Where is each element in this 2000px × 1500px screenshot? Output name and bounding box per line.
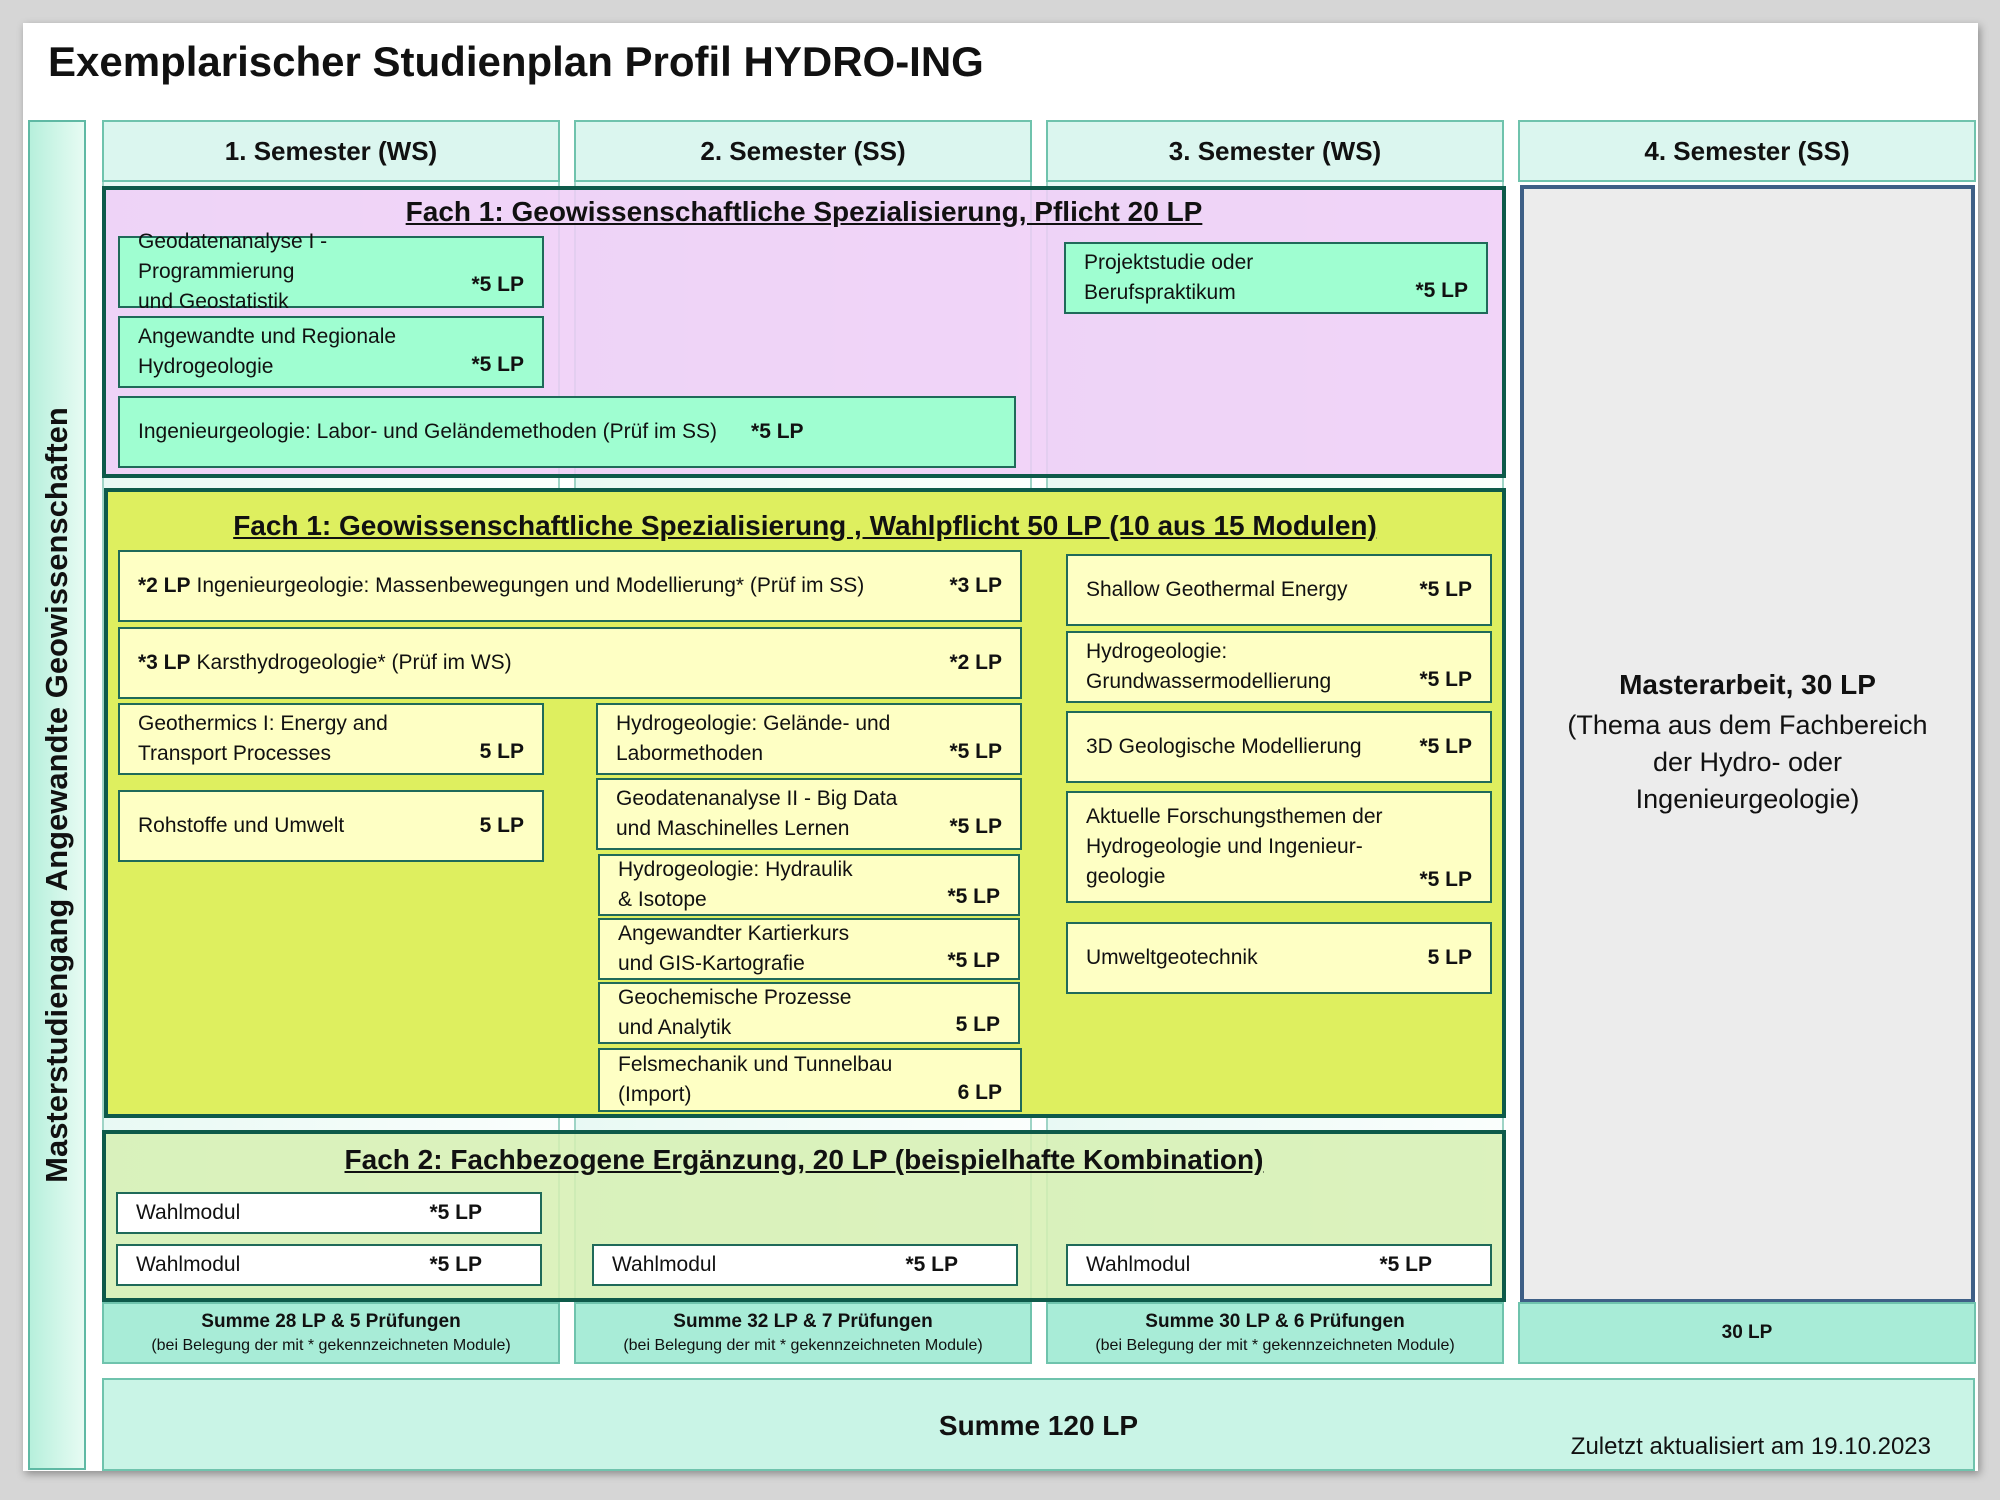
module-name: Hydrogeologie: Gelände- und Labormethode… — [616, 712, 891, 765]
module-geodatenanalyse-2: Geodatenanalyse II - Big Data und Maschi… — [596, 778, 1022, 850]
section-fach2-title: Fach 2: Fachbezogene Ergänzung, 20 LP (b… — [344, 1144, 1264, 1175]
module-lp: *5 LP — [947, 949, 1000, 972]
module-lp: 6 LP — [957, 1081, 1002, 1104]
sum-text: Summe 28 LP & 5 Prüfungen — [201, 1311, 461, 1332]
semester-4-sum: 30 LP — [1518, 1302, 1976, 1364]
module-lp: *5 LP — [947, 885, 1000, 908]
module-wahlmodul-3: Wahlmodul *5 LP — [592, 1244, 1018, 1286]
module-name: Aktuelle Forschungsthemen der Hydrogeolo… — [1086, 805, 1383, 888]
module-lp: *5 LP — [905, 1253, 958, 1276]
module-massenbewegungen: *2 LP Ingenieurgeologie: Massenbewegunge… — [118, 550, 1022, 622]
module-lp: *5 LP — [471, 353, 524, 376]
module-name: Wahlmodul — [136, 1253, 241, 1276]
module-name: Angewandte und Regionale Hydrogeologie — [138, 325, 397, 378]
module-name: Geodatenanalyse II - Big Data und Maschi… — [616, 787, 898, 840]
side-label: Masterstudiengang Angewandte Geowissensc… — [39, 407, 74, 1183]
sum-text: Summe 32 LP & 7 Prüfungen — [673, 1311, 933, 1332]
updated-date: Zuletzt aktualisiert am 19.10.2023 — [1570, 1433, 1931, 1460]
module-kartierkurs-gis: Angewandter Kartierkurs und GIS-Kartogra… — [598, 918, 1020, 980]
module-regionale-hydrogeologie: Angewandte und Regionale Hydrogeologie *… — [118, 316, 544, 388]
module-ingenieurgeologie-labor: Ingenieurgeologie: Labor- und Geländemet… — [118, 396, 1016, 468]
module-lp: *2 LP — [949, 651, 1002, 674]
module-felsmechanik: Felsmechanik und Tunnelbau (Import) 6 LP — [598, 1048, 1022, 1112]
module-name: Hydrogeologie: Hydraulik & Isotope — [618, 858, 853, 911]
sum-text: Summe 30 LP & 6 Prüfungen — [1145, 1311, 1405, 1332]
module-geodatenanalyse-1: Geodatenanalyse I - Programmierung und G… — [118, 230, 544, 313]
module-lp: *5 LP — [1419, 578, 1472, 601]
thesis-box: Masterarbeit, 30 LP (Thema aus dem Fachb… — [1520, 185, 1975, 1303]
semester-4-header: 4. Semester (SS) — [1518, 120, 1976, 182]
module-grundwassermodellierung: Hydrogeologie: Grundwassermodellierung *… — [1066, 631, 1492, 703]
module-shallow-geothermal: Shallow Geothermal Energy *5 LP — [1066, 554, 1492, 626]
module-name: Umweltgeotechnik — [1086, 946, 1258, 969]
module-name: Shallow Geothermal Energy — [1086, 578, 1348, 601]
module-lp: *5 LP — [751, 420, 804, 443]
module-hydrogeologie-gelaende: Hydrogeologie: Gelände- und Labormethode… — [596, 703, 1022, 775]
module-lp: *5 LP — [1419, 735, 1472, 758]
semester-3-sum: Summe 30 LP & 6 Prüfungen (bei Belegung … — [1046, 1302, 1504, 1364]
module-name: Wahlmodul — [1086, 1253, 1191, 1276]
module-pre-lp: *3 LP — [138, 651, 191, 674]
module-hydraulik-isotope: Hydrogeologie: Hydraulik & Isotope *5 LP — [598, 854, 1020, 916]
semester-2-sum: Summe 32 LP & 7 Prüfungen (bei Belegung … — [574, 1302, 1032, 1364]
module-lp: *5 LP — [1415, 279, 1468, 302]
module-karsthydrogeologie: *3 LP Karsthydrogeologie* (Prüf im WS) *… — [118, 627, 1022, 699]
module-lp: *5 LP — [429, 1201, 482, 1224]
module-lp: *5 LP — [429, 1253, 482, 1276]
module-lp: 5 LP — [479, 740, 524, 763]
module-lp: 5 LP — [1427, 946, 1472, 969]
module-name: Angewandter Kartierkurs und GIS-Kartogra… — [618, 922, 850, 975]
module-name: Projektstudie oder Berufspraktikum — [1084, 251, 1254, 304]
module-name: 3D Geologische Modellierung — [1086, 735, 1362, 758]
module-name: Hydrogeologie: Grundwassermodellierung — [1086, 640, 1332, 693]
total-bar: Summe 120 LP Zuletzt aktualisiert am 19.… — [102, 1378, 1975, 1471]
sum-text: 30 LP — [1721, 1322, 1773, 1343]
module-pre-lp: *2 LP — [138, 574, 191, 597]
module-name: Ingenieurgeologie: Labor- und Geländemet… — [138, 420, 718, 443]
module-wahlmodul-1: Wahlmodul *5 LP — [116, 1192, 542, 1234]
semester-1-header: 1. Semester (WS) — [102, 120, 560, 182]
module-umweltgeotechnik: Umweltgeotechnik 5 LP — [1066, 922, 1492, 994]
module-name: Karsthydrogeologie* (Prüf im WS) — [196, 651, 512, 674]
sum-note: (bei Belegung der mit * gekennzeichneten… — [151, 1337, 511, 1354]
module-lp: *5 LP — [949, 740, 1002, 763]
module-lp: 5 LP — [955, 1013, 1000, 1036]
sum-note: (bei Belegung der mit * gekennzeichneten… — [623, 1337, 983, 1354]
sum-note: (bei Belegung der mit * gekennzeichneten… — [1095, 1337, 1455, 1354]
section-pflicht-title: Fach 1: Geowissenschaftliche Spezialisie… — [405, 196, 1203, 227]
module-name: Geochemische Prozesse und Analytik — [618, 986, 852, 1039]
module-name: Ingenieurgeologie: Massenbewegungen und … — [196, 574, 865, 597]
module-wahlmodul-4: Wahlmodul *5 LP — [1066, 1244, 1492, 1286]
module-wahlmodul-2: Wahlmodul *5 LP — [116, 1244, 542, 1286]
module-lp: *3 LP — [949, 574, 1002, 597]
thesis-title: Masterarbeit, 30 LP — [1619, 669, 1876, 700]
module-lp: *5 LP — [949, 815, 1002, 838]
module-name: Rohstoffe und Umwelt — [138, 814, 345, 837]
module-lp: *5 LP — [471, 273, 524, 296]
module-rohstoffe-umwelt: Rohstoffe und Umwelt 5 LP — [118, 790, 544, 862]
module-geochemische-prozesse: Geochemische Prozesse und Analytik 5 LP — [598, 982, 1020, 1044]
page-title: Exemplarischer Studienplan Profil HYDRO-… — [48, 38, 984, 85]
semester-3-header: 3. Semester (WS) — [1046, 120, 1504, 182]
side-label-bar: Masterstudiengang Angewandte Geowissensc… — [28, 120, 86, 1470]
module-lp: *5 LP — [1419, 868, 1472, 891]
section-wahlpflicht-title: Fach 1: Geowissenschaftliche Spezialisie… — [233, 510, 1377, 541]
module-name: Wahlmodul — [612, 1253, 717, 1276]
module-lp: *5 LP — [1419, 668, 1472, 691]
module-projektstudie: Projektstudie oder Berufspraktikum *5 LP — [1064, 242, 1488, 314]
module-name: Felsmechanik und Tunnelbau (Import) — [618, 1053, 893, 1106]
semester-1-sum: Summe 28 LP & 5 Prüfungen (bei Belegung … — [102, 1302, 560, 1364]
thesis-subtitle: (Thema aus dem Fachbereich der Hydro- od… — [1567, 710, 1928, 814]
module-geothermics-1: Geothermics I: Energy and Transport Proc… — [118, 703, 544, 775]
module-lp: *5 LP — [1379, 1253, 1432, 1276]
module-name: Wahlmodul — [136, 1201, 241, 1224]
semester-2-header: 2. Semester (SS) — [574, 120, 1032, 182]
module-lp: 5 LP — [479, 814, 524, 837]
module-3d-modellierung: 3D Geologische Modellierung *5 LP — [1066, 711, 1492, 783]
module-name: Geodatenanalyse I - Programmierung und G… — [138, 230, 328, 313]
module-forschungsthemen: Aktuelle Forschungsthemen der Hydrogeolo… — [1066, 791, 1492, 903]
module-name: Geothermics I: Energy and Transport Proc… — [138, 712, 388, 765]
